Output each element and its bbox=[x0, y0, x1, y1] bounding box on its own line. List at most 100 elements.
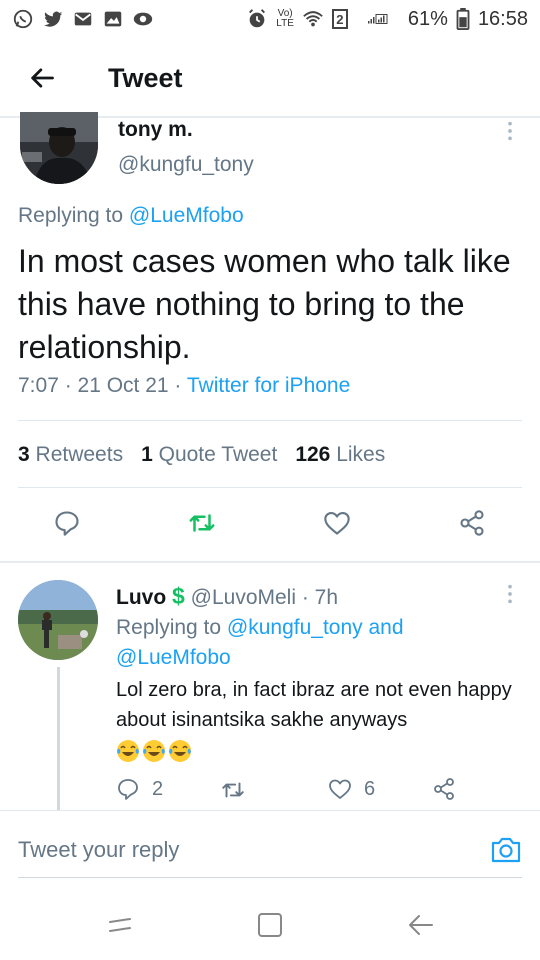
back-arrow-icon bbox=[409, 915, 433, 935]
more-vertical-icon bbox=[508, 121, 512, 141]
reply-composer[interactable]: Tweet your reply bbox=[18, 822, 522, 878]
retweets-count: 3 bbox=[18, 443, 30, 466]
reply-time: · 7h bbox=[301, 586, 339, 609]
replying-prefix: Replying to bbox=[116, 616, 227, 639]
retweet-icon bbox=[189, 514, 215, 532]
camera-icon bbox=[491, 837, 521, 862]
reply-author-avatar[interactable] bbox=[18, 580, 98, 660]
twitter-icon bbox=[42, 8, 64, 30]
arrow-left-icon bbox=[31, 68, 54, 88]
reply-icon bbox=[55, 511, 79, 536]
camera-button[interactable] bbox=[490, 835, 522, 865]
status-bar-right: Vo) LTE 2 61% 16:58 bbox=[246, 8, 528, 31]
reply-share-button[interactable] bbox=[432, 777, 456, 801]
alarm-icon bbox=[246, 8, 268, 30]
page-title: Tweet bbox=[108, 62, 183, 93]
status-bar: Vo) LTE 2 61% 16:58 bbox=[0, 0, 540, 38]
recent-apps-button[interactable] bbox=[104, 910, 134, 940]
emoji-row bbox=[116, 739, 194, 762]
avatar-photo bbox=[20, 112, 98, 184]
reply-header: Luvo $ @LuvoMeli · 7h bbox=[116, 583, 338, 610]
volte-indicator: Vo) LTE bbox=[276, 9, 294, 29]
retweets-stat[interactable]: 3 Retweets bbox=[18, 443, 123, 467]
tweet-meta: 7:07 · 21 Oct 21 · Twitter for iPhone bbox=[18, 374, 350, 398]
more-vertical-icon bbox=[508, 584, 512, 604]
section-divider bbox=[0, 561, 540, 563]
tweet-timestamp: 7:07 · 21 Oct 21 · bbox=[18, 374, 187, 397]
system-back-button[interactable] bbox=[406, 910, 436, 940]
reply-text: Lol zero bra, in fact ibraz are not even… bbox=[116, 675, 526, 765]
likes-stat[interactable]: 126 Likes bbox=[295, 443, 385, 467]
author-name[interactable]: tony m. bbox=[118, 118, 193, 142]
dollar-badge: $ bbox=[172, 583, 185, 609]
reply-retweet-button[interactable] bbox=[220, 777, 258, 803]
tweet-source[interactable]: Twitter for iPhone bbox=[187, 374, 350, 397]
retweet-icon bbox=[222, 782, 244, 798]
whatsapp-icon bbox=[12, 8, 34, 30]
reply-count: 2 bbox=[152, 777, 164, 800]
battery-icon bbox=[456, 8, 470, 30]
volte-bottom: LTE bbox=[276, 18, 294, 29]
sim-slot-badge: 2 bbox=[331, 9, 348, 29]
replying-to-link[interactable]: @LueMfobo bbox=[129, 204, 244, 227]
clock: 16:58 bbox=[477, 7, 528, 30]
reply-like-count: 6 bbox=[364, 777, 376, 800]
likes-count: 126 bbox=[295, 443, 331, 466]
reply-author-name[interactable]: Luvo bbox=[116, 586, 166, 609]
tears-of-joy-emoji bbox=[143, 739, 165, 762]
battery-percent: 61% bbox=[407, 7, 448, 30]
reply-text-body: Lol zero bra, in fact ibraz are not even… bbox=[116, 679, 512, 731]
tweet-actions bbox=[0, 508, 540, 548]
likes-label: Likes bbox=[336, 443, 386, 466]
wifi-icon bbox=[302, 8, 324, 30]
signal-icon bbox=[356, 8, 400, 30]
reply-actions: 2 6 bbox=[116, 777, 536, 805]
heart-icon bbox=[324, 512, 350, 535]
reply-more-options-button[interactable] bbox=[498, 583, 522, 607]
thread-line bbox=[57, 667, 60, 810]
reply-button[interactable] bbox=[52, 508, 82, 538]
quotes-label: Quote Tweet bbox=[158, 443, 278, 466]
like-button[interactable] bbox=[322, 508, 352, 538]
share-icon bbox=[460, 510, 484, 536]
more-options-button[interactable] bbox=[498, 120, 522, 144]
avatar-photo bbox=[18, 580, 98, 660]
replying-join: and bbox=[362, 616, 404, 639]
composer-divider bbox=[0, 810, 540, 811]
replying-to-link-2[interactable]: @LueMfobo bbox=[116, 646, 231, 669]
quote-tweets-stat[interactable]: 1 Quote Tweet bbox=[141, 443, 277, 467]
divider bbox=[18, 487, 522, 488]
replying-to-link-1[interactable]: @kungfu_tony bbox=[227, 616, 363, 639]
reply-replying-to: Replying to @kungfu_tony and @LueMfobo bbox=[116, 613, 516, 673]
replying-to: Replying to @LueMfobo bbox=[18, 204, 244, 228]
quotes-count: 1 bbox=[141, 443, 153, 466]
home-icon bbox=[258, 913, 282, 937]
replying-prefix: Replying to bbox=[18, 204, 129, 227]
tears-of-joy-emoji bbox=[169, 739, 191, 762]
retweets-label: Retweets bbox=[35, 443, 124, 466]
divider bbox=[18, 420, 522, 421]
gmail-icon bbox=[72, 8, 94, 30]
reply-like-button[interactable]: 6 bbox=[328, 777, 375, 801]
share-icon bbox=[434, 778, 454, 800]
reply-icon bbox=[118, 779, 138, 800]
author-avatar[interactable] bbox=[20, 112, 98, 184]
reply-author-handle[interactable]: @LuvoMeli bbox=[191, 586, 296, 609]
video-icon bbox=[132, 8, 154, 30]
tweet-text: In most cases women who talk like this h… bbox=[18, 243, 511, 365]
system-nav-bar bbox=[0, 890, 540, 960]
tweet-stats: 3 Retweets 1 Quote Tweet 126 Likes bbox=[18, 443, 385, 467]
reply-reply-button[interactable]: 2 bbox=[116, 777, 163, 801]
author-handle[interactable]: @kungfu_tony bbox=[118, 153, 254, 177]
home-button[interactable] bbox=[255, 910, 285, 940]
status-bar-left bbox=[12, 8, 154, 30]
share-button[interactable] bbox=[457, 508, 487, 538]
top-app-bar: Tweet bbox=[0, 38, 540, 118]
heart-icon bbox=[329, 779, 351, 799]
back-button[interactable] bbox=[22, 58, 62, 98]
tears-of-joy-emoji bbox=[117, 739, 139, 762]
retweet-button[interactable] bbox=[187, 508, 217, 538]
reply-input-placeholder[interactable]: Tweet your reply bbox=[18, 837, 179, 863]
recent-apps-icon bbox=[109, 918, 131, 932]
gallery-icon bbox=[102, 8, 124, 30]
